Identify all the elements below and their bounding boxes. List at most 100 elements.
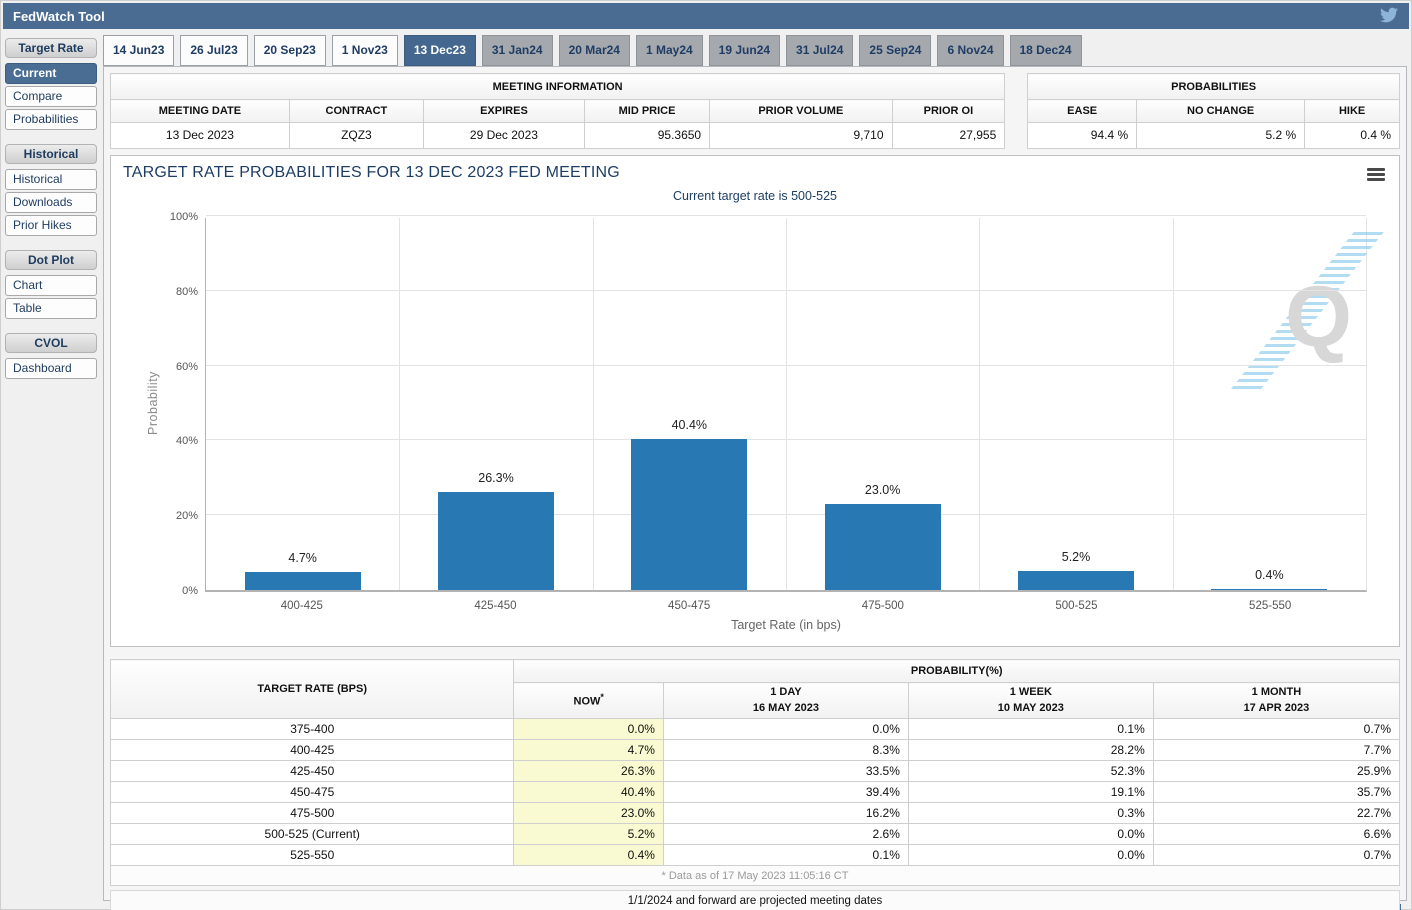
- meeting-info-row: MEETING INFORMATIONMEETING DATECONTRACTE…: [110, 73, 1400, 149]
- tab-20-mar24[interactable]: 20 Mar24: [559, 35, 630, 66]
- sidebar-item-table[interactable]: Table: [5, 298, 97, 319]
- x-tick-label: 400-425: [205, 600, 399, 612]
- app-header: FedWatch Tool: [3, 3, 1409, 29]
- bar-value-label: 4.7%: [258, 551, 348, 565]
- bar-450-475: [631, 439, 747, 590]
- twitter-icon[interactable]: [1379, 6, 1401, 26]
- table-header-row: TARGET RATE (BPS)PROBABILITY(%): [111, 660, 1400, 683]
- sidebar-item-current[interactable]: Current: [5, 63, 97, 84]
- cell: 0.4 %: [1305, 122, 1400, 148]
- cell-value: 0.4%: [514, 845, 664, 866]
- bar-value-label: 26.3%: [451, 471, 541, 485]
- cell-value: 0.0%: [908, 824, 1153, 845]
- column-header: NO CHANGE: [1137, 100, 1305, 123]
- cell-value: 0.1%: [663, 845, 908, 866]
- x-tick-label: 450-475: [592, 600, 786, 612]
- sidebar-item-probabilities[interactable]: Probabilities: [5, 109, 97, 130]
- y-tick-label: 40%: [146, 435, 198, 447]
- chart-subtitle: Current target rate is 500-525: [123, 189, 1387, 205]
- tab-6-nov24[interactable]: 6 Nov24: [937, 35, 1003, 66]
- table-row: 400-4254.7%8.3%28.2%7.7%: [111, 740, 1400, 761]
- y-tick-label: 20%: [146, 510, 198, 522]
- fedwatch-tool-page: FedWatch Tool Target RateCurrentCompareP…: [0, 0, 1412, 910]
- sidebar-header-dot-plot: Dot Plot: [5, 250, 97, 270]
- column-header: PRIOR VOLUME: [710, 100, 892, 123]
- table-row: 500-525 (Current)5.2%2.6%0.0%6.6%: [111, 824, 1400, 845]
- bar-value-label: 0.4%: [1224, 568, 1314, 582]
- sidebar-header-target-rate: Target Rate: [5, 38, 97, 58]
- tab-20-sep23[interactable]: 20 Sep23: [254, 35, 326, 66]
- cell-value: 28.2%: [908, 740, 1153, 761]
- bar-value-label: 40.4%: [644, 418, 734, 432]
- column-header: PRIOR OI: [892, 100, 1005, 123]
- table-title-row: PROBABILITIES: [1028, 74, 1400, 100]
- table-row: 425-45026.3%33.5%52.3%25.9%: [111, 761, 1400, 782]
- sidebar-item-historical[interactable]: Historical: [5, 169, 97, 190]
- x-tick-label: 525-550: [1173, 600, 1367, 612]
- column-header-now: NOW*: [514, 683, 664, 719]
- cell-rate: 400-425: [111, 740, 514, 761]
- cell: 5.2 %: [1137, 122, 1305, 148]
- cell-value: 16.2%: [663, 803, 908, 824]
- cell-value: 4.7%: [514, 740, 664, 761]
- sidebar-item-dashboard[interactable]: Dashboard: [5, 358, 97, 379]
- tab-31-jan24[interactable]: 31 Jan24: [482, 35, 553, 66]
- table-footnote-row: * Data as of 17 May 2023 11:05:16 CT: [111, 866, 1400, 886]
- cell-value: 0.7%: [1153, 719, 1399, 740]
- sidebar-item-prior-hikes[interactable]: Prior Hikes: [5, 215, 97, 236]
- bar-475-500: [825, 504, 941, 590]
- column-header-1-month: 1 MONTH17 APR 2023: [1153, 683, 1399, 719]
- tab-31-jul24[interactable]: 31 Jul24: [786, 35, 853, 66]
- cell-rate: 375-400: [111, 719, 514, 740]
- tab-19-jun24[interactable]: 19 Jun24: [709, 35, 780, 66]
- probability-table-wrap: TARGET RATE (BPS)PROBABILITY(%)NOW*1 DAY…: [110, 659, 1400, 886]
- y-tick-label: 60%: [146, 361, 198, 373]
- cell: 95.3650: [584, 122, 709, 148]
- cell-rate: 500-525 (Current): [111, 824, 514, 845]
- tab-1-nov23[interactable]: 1 Nov23: [332, 35, 398, 66]
- tab-26-jul23[interactable]: 26 Jul23: [180, 35, 247, 66]
- column-header: MEETING DATE: [111, 100, 290, 123]
- table-row: 525-5500.4%0.1%0.0%0.7%: [111, 845, 1400, 866]
- sidebar-item-chart[interactable]: Chart: [5, 275, 97, 296]
- tab-14-jun23[interactable]: 14 Jun23: [103, 35, 174, 66]
- cell-value: 5.2%: [514, 824, 664, 845]
- cell-value: 22.7%: [1153, 803, 1399, 824]
- cell-value: 6.6%: [1153, 824, 1399, 845]
- cell-value: 39.4%: [663, 782, 908, 803]
- sidebar: Target Rate CurrentCompareProbabilities Hi…: [3, 35, 99, 910]
- quikstrike-watermark-icon: Q: [1256, 232, 1356, 392]
- tab-1-may24[interactable]: 1 May24: [636, 35, 703, 66]
- x-axis-title: Target Rate (in bps): [205, 612, 1367, 632]
- chart-menu-icon[interactable]: [1367, 168, 1385, 183]
- tab-25-sep24[interactable]: 25 Sep24: [859, 35, 931, 66]
- sidebar-item-downloads[interactable]: Downloads: [5, 192, 97, 213]
- gridline: [979, 218, 980, 590]
- cell-value: 40.4%: [514, 782, 664, 803]
- tab-13-dec23[interactable]: 13 Dec23: [404, 35, 476, 66]
- sidebar-item-compare[interactable]: Compare: [5, 86, 97, 107]
- probability-table: TARGET RATE (BPS)PROBABILITY(%)NOW*1 DAY…: [110, 659, 1400, 886]
- cell-value: 2.6%: [663, 824, 908, 845]
- meeting-date-tabs: 14 Jun2326 Jul2320 Sep231 Nov2313 Dec233…: [103, 35, 1407, 66]
- x-tick-label: 425-450: [399, 600, 593, 612]
- column-header: EXPIRES: [423, 100, 584, 123]
- gridline: [399, 218, 400, 590]
- table-row: 94.4 %5.2 %0.4 %: [1028, 122, 1400, 148]
- chart-panel: TARGET RATE PROBABILITIES FOR 13 DEC 202…: [110, 155, 1400, 647]
- cell-value: 8.3%: [663, 740, 908, 761]
- cell-value: 7.7%: [1153, 740, 1399, 761]
- sidebar-header-cvol: CVOL: [5, 333, 97, 353]
- cell: 29 Dec 2023: [423, 122, 584, 148]
- bar-value-label: 23.0%: [838, 483, 928, 497]
- sidebar-header-historical: Historical: [5, 144, 97, 164]
- tab-18-dec24[interactable]: 18 Dec24: [1010, 35, 1082, 66]
- cell: 27,955: [892, 122, 1005, 148]
- table-title: PROBABILITIES: [1028, 74, 1400, 100]
- cell-rate: 475-500: [111, 803, 514, 824]
- cell: 94.4 %: [1028, 122, 1137, 148]
- cell-value: 19.1%: [908, 782, 1153, 803]
- gridline: [786, 218, 787, 590]
- bar-500-525: [1018, 571, 1134, 590]
- y-tick-label: 0%: [146, 585, 198, 597]
